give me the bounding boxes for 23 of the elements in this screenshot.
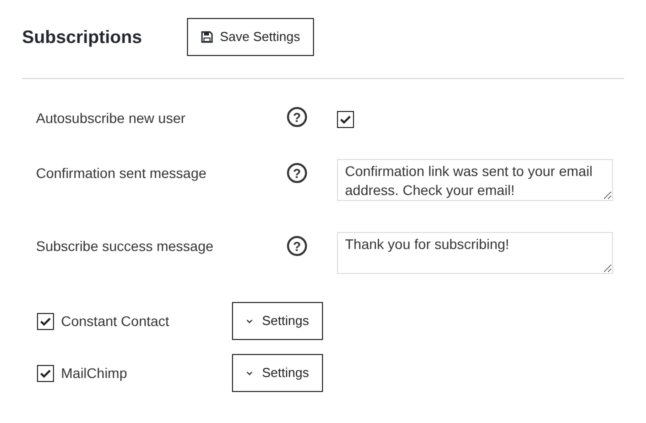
service-label: MailChimp — [61, 364, 128, 383]
help-icon[interactable]: ? — [287, 107, 307, 127]
chevron-down-icon — [246, 370, 253, 376]
field-label: Autosubscribe new user — [36, 109, 186, 127]
page-title: Subscriptions — [22, 26, 144, 49]
checkbox[interactable] — [37, 312, 54, 330]
check-icon — [340, 115, 351, 124]
message-field[interactable]: Thank you for subscribing! — [337, 232, 613, 274]
check-icon — [40, 316, 51, 326]
check-icon — [40, 368, 51, 378]
help-icon[interactable]: ? — [287, 163, 307, 183]
service-label: Constant Contact — [61, 312, 170, 330]
settings-button[interactable]: Settings — [232, 302, 323, 340]
save-button[interactable]: Save Settings — [187, 18, 314, 56]
save-icon — [200, 31, 213, 43]
checkbox[interactable] — [37, 364, 54, 382]
chevron-down-icon — [246, 318, 253, 324]
field-label: Confirmation sent message — [36, 164, 208, 182]
message-field[interactable]: Confirmation link was sent to your email address. Check your email! — [337, 159, 613, 201]
settings-button[interactable]: Settings — [232, 354, 323, 392]
field-label: Subscribe success message — [36, 237, 214, 255]
help-icon[interactable]: ? — [287, 236, 307, 256]
checkbox[interactable] — [337, 111, 354, 128]
